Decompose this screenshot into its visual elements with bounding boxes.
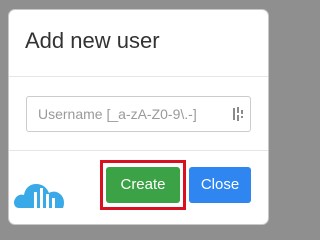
password-manager-icon[interactable]	[233, 107, 245, 121]
add-user-dialog: Add new user Create Close	[9, 10, 268, 224]
dialog-title: Add new user	[25, 28, 160, 53]
footer-divider	[9, 150, 268, 151]
username-field-wrapper	[26, 96, 251, 132]
header-divider	[9, 76, 268, 77]
create-button[interactable]: Create	[106, 167, 180, 203]
close-button[interactable]: Close	[189, 167, 251, 203]
cloud-logo-icon	[14, 184, 64, 208]
username-input[interactable]	[27, 97, 223, 131]
